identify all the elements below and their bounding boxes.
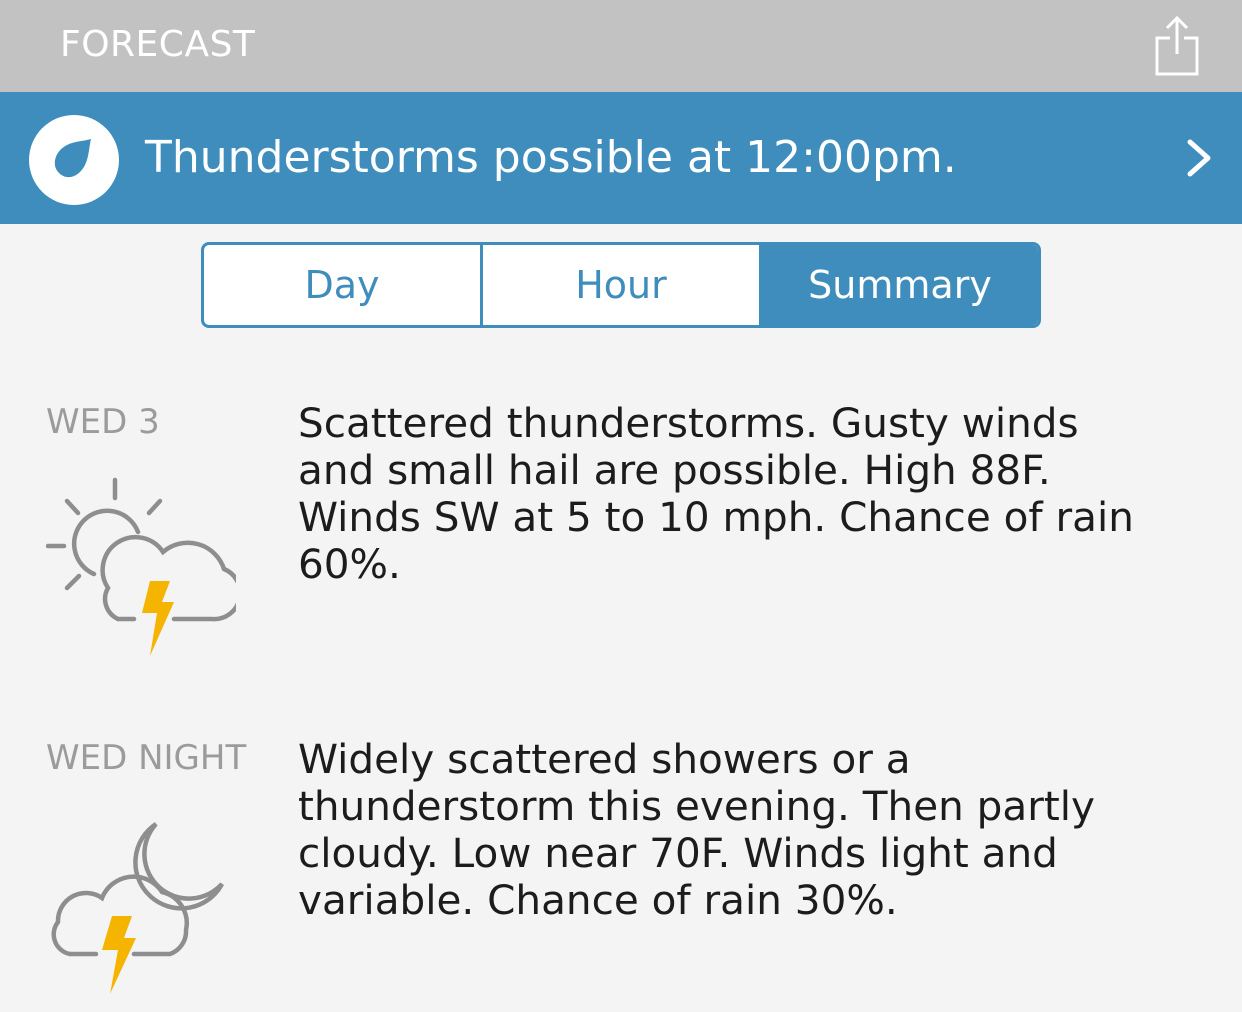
partly-sunny-thunderstorm-icon	[46, 477, 236, 656]
alert-banner[interactable]: Thunderstorms possible at 12:00pm.	[0, 92, 1242, 224]
forecast-description: Scattered thunderstorms. Gusty winds and…	[298, 400, 1198, 588]
alert-text: Thunderstorms possible at 12:00pm.	[145, 132, 957, 183]
share-icon[interactable]	[1150, 14, 1204, 78]
forecast-day-label: WED NIGHT	[46, 738, 247, 778]
view-segmented-control: Day Hour Summary	[201, 242, 1041, 328]
forecast-line: thunderstorm this evening. Then partly	[298, 782, 1095, 830]
raindrop-icon	[29, 115, 119, 205]
chevron-right-icon	[1187, 139, 1211, 177]
tab-summary[interactable]: Summary	[759, 245, 1038, 325]
forecast-day-label: WED 3	[46, 402, 160, 442]
header-bar: FORECAST	[0, 0, 1242, 92]
forecast-line: 60%.	[298, 540, 401, 588]
forecast-line: Widely scattered showers or a	[298, 735, 911, 783]
forecast-line: Scattered thunderstorms. Gusty winds	[298, 399, 1079, 447]
forecast-description: Widely scattered showers or a thundersto…	[298, 736, 1198, 924]
forecast-line: variable. Chance of rain 30%.	[298, 876, 898, 924]
night-thunderstorm-icon	[51, 822, 224, 994]
forecast-line: Winds SW at 5 to 10 mph. Chance of rain	[298, 493, 1134, 541]
tab-day[interactable]: Day	[204, 245, 480, 325]
page-title: FORECAST	[60, 24, 256, 65]
tab-hour[interactable]: Hour	[480, 245, 759, 325]
forecast-line: cloudy. Low near 70F. Winds light and	[298, 829, 1058, 877]
forecast-line: and small hail are possible. High 88F.	[298, 446, 1051, 494]
